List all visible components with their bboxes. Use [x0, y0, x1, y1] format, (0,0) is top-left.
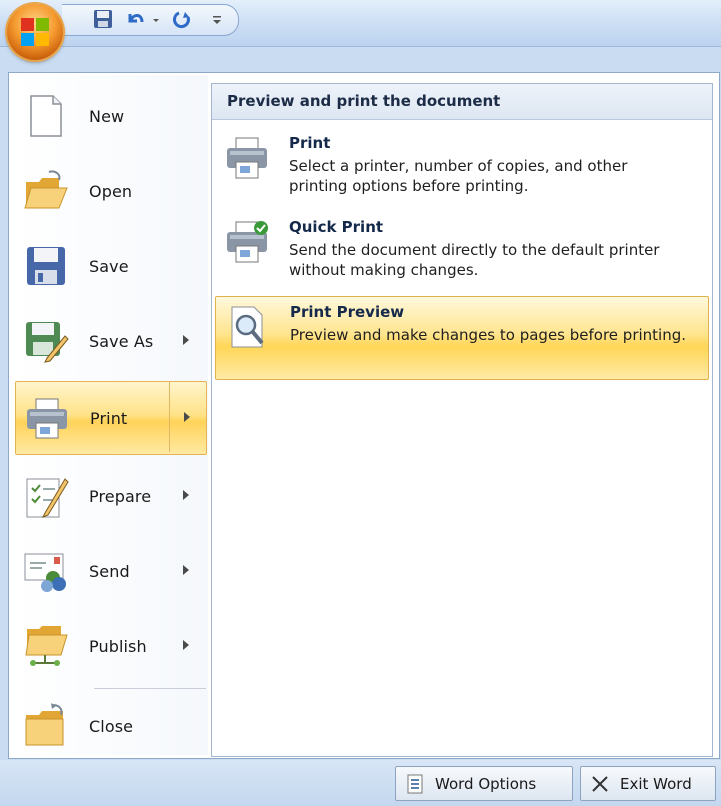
submenu-item-title: Print	[289, 134, 331, 152]
menu-item-prepare[interactable]: Prepare	[15, 460, 205, 532]
menu-item-save[interactable]: Save	[15, 230, 205, 302]
submenu-arrow-icon	[183, 335, 189, 345]
menu-item-label: New	[89, 106, 125, 126]
undo-icon[interactable]	[124, 8, 148, 32]
word-options-button[interactable]: Word Options	[395, 766, 573, 801]
menu-item-label: Close	[89, 716, 134, 736]
menu-commands: New Open Save Save As Print Prepare Send…	[10, 75, 208, 755]
printer-icon	[225, 136, 269, 180]
exit-word-label: Exit Word	[620, 774, 692, 793]
send-icon	[23, 548, 69, 594]
open-folder-icon	[23, 168, 69, 214]
menu-item-label: Prepare	[89, 486, 152, 506]
menu-divider	[94, 688, 206, 689]
submenu-item-print[interactable]: Print Select a printer, number of copies…	[215, 128, 707, 210]
title-bar	[0, 0, 721, 47]
printer-icon	[24, 395, 70, 441]
close-folder-icon	[23, 703, 69, 749]
office-logo-icon	[21, 18, 49, 46]
save-icon	[23, 243, 69, 289]
submenu-item-description: Send the document directly to the defaul…	[289, 241, 660, 279]
submenu-item-print-preview[interactable]: Print Preview Preview and make changes t…	[215, 296, 709, 380]
menu-item-open[interactable]: Open	[15, 155, 205, 227]
redo-icon[interactable]	[172, 8, 196, 32]
submenu-arrow-icon	[184, 412, 190, 422]
menu-item-save-as[interactable]: Save As	[15, 305, 205, 377]
close-icon	[590, 774, 610, 794]
prepare-icon	[23, 473, 69, 519]
submenu-item-title: Print Preview	[290, 303, 405, 321]
menu-item-send[interactable]: Send	[15, 535, 205, 607]
menu-item-close[interactable]: Close	[15, 690, 205, 762]
word-options-label: Word Options	[435, 774, 537, 793]
print-preview-icon	[226, 305, 270, 349]
menu-item-label: Save As	[89, 331, 154, 351]
menu-item-label: Open	[89, 181, 133, 201]
submenu-header: Preview and print the document	[212, 84, 712, 120]
menu-footer: Word Options Exit Word	[0, 760, 721, 806]
options-icon	[405, 774, 425, 794]
undo-dropdown-icon[interactable]	[150, 8, 164, 32]
save-as-icon	[23, 318, 69, 364]
save-icon[interactable]	[92, 8, 116, 32]
menu-item-label: Save	[89, 256, 129, 276]
menu-item-new[interactable]: New	[15, 80, 205, 152]
menu-item-publish[interactable]: Publish	[15, 610, 205, 682]
submenu-item-quick-print[interactable]: Quick Print Send the document directly t…	[215, 212, 707, 294]
new-document-icon	[23, 93, 69, 139]
submenu-item-description: Preview and make changes to pages before…	[290, 326, 687, 344]
menu-item-label: Publish	[89, 636, 147, 656]
menu-item-print[interactable]: Print	[15, 381, 207, 455]
submenu-arrow-icon	[183, 640, 189, 650]
quick-access-toolbar	[62, 4, 239, 36]
quick-print-icon	[225, 220, 269, 264]
submenu-arrow-icon	[183, 490, 189, 500]
submenu-item-description: Select a printer, number of copies, and …	[289, 157, 628, 195]
exit-word-button[interactable]: Exit Word	[580, 766, 716, 801]
submenu-item-title: Quick Print	[289, 218, 384, 236]
customize-qat-icon[interactable]	[210, 8, 226, 32]
publish-icon	[23, 623, 69, 669]
print-submenu: Preview and print the document Print Sel…	[211, 83, 713, 757]
submenu-arrow-icon	[183, 565, 189, 575]
office-button[interactable]	[7, 4, 63, 60]
menu-item-label: Print	[90, 408, 128, 428]
office-menu: New Open Save Save As Print Prepare Send…	[8, 72, 720, 759]
menu-item-label: Send	[89, 561, 130, 581]
